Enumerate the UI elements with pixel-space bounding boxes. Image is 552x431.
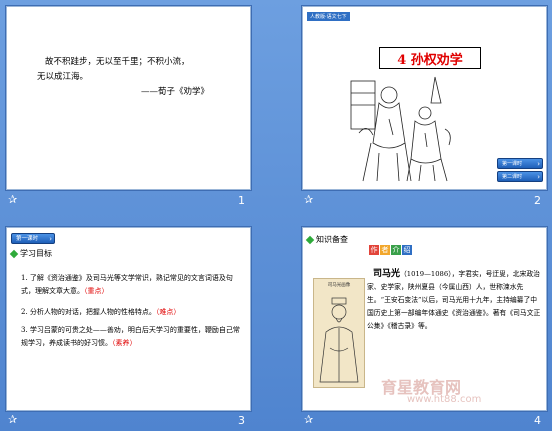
portrait-figure bbox=[319, 297, 359, 383]
poem-quote: 故不积跬步，无以至千里；不积小流， 无以成江海。 ——荀子《劝学》 bbox=[37, 55, 237, 100]
objective-tag: （重点） bbox=[84, 287, 109, 295]
chevron-right-icon: › bbox=[49, 235, 52, 243]
ink-illustration bbox=[350, 76, 451, 182]
slide-thumbnail-2[interactable]: 人教版·语文七下 4 孙权劝学 第一课时 › 第二课时 › bbox=[302, 6, 547, 190]
author-bio: 司马光（1019—1086），字君实，号迂叟，北宋政治家、史学家，陕州夏县（今属… bbox=[367, 268, 543, 333]
edition-tag: 人教版·语文七下 bbox=[307, 12, 350, 21]
slide-thumbnail-3[interactable]: 第一课时 › 学习目标 1. 了解《资治通鉴》及司马光等文学常识，熟记常见的文言… bbox=[6, 227, 251, 411]
chevron-right-icon: › bbox=[537, 173, 540, 181]
lesson-button-label: 第一课时 bbox=[16, 236, 39, 242]
nav-button-lesson-2[interactable]: 第二课时 › bbox=[497, 171, 543, 182]
nav-button-lesson-1[interactable]: 第一课时 › bbox=[497, 158, 543, 169]
lesson-button[interactable]: 第一课时 › bbox=[11, 233, 55, 244]
lesson-title: 4 孙权劝学 bbox=[379, 47, 481, 69]
portrait-image: 司马光画像 bbox=[313, 278, 365, 388]
poem-source: ——荀子《劝学》 bbox=[141, 87, 210, 97]
section-header: 学习目标 bbox=[9, 248, 52, 259]
slide-number-1: 1 bbox=[238, 194, 245, 207]
slide-number-3: 3 bbox=[238, 414, 245, 427]
slide-number-2: 2 bbox=[534, 194, 541, 207]
gem-icon bbox=[9, 249, 19, 258]
nav-button-label: 第二课时 bbox=[502, 174, 523, 180]
watermark-url: www.ht88.com bbox=[407, 394, 482, 405]
objective-2: 2. 分析人物的对话，把握人物的性格特点。（难点） bbox=[21, 306, 243, 319]
objective-text: 1. 了解《资治通鉴》及司马光等文学常识，熟记常见的文言词语及句式，理解文章大意… bbox=[21, 274, 233, 295]
badge-tile: 介 bbox=[391, 245, 401, 255]
nav-button-label: 第一课时 bbox=[502, 161, 523, 167]
objective-tag: （难点） bbox=[155, 308, 181, 316]
objective-3: 3. 学习吕蒙的可贵之处——善劝，明白后天学习的重要性，鞭励自己常规学习，养成读… bbox=[21, 324, 243, 350]
slide-thumbnail-4[interactable]: 知识备查 作 者 介 绍 司马光画像 司马光（1019—1086），字君实，号迂… bbox=[302, 227, 547, 411]
section-title: 学习目标 bbox=[20, 249, 52, 258]
poem-line-2: 无以成江海。 bbox=[37, 72, 89, 82]
star-icon[interactable]: ✰ bbox=[304, 413, 313, 426]
badge-tile: 者 bbox=[380, 245, 390, 255]
author-intro-badge: 作 者 介 绍 bbox=[369, 245, 412, 255]
star-icon[interactable]: ✰ bbox=[304, 193, 313, 206]
poem-line-1: 故不积跬步，无以至千里；不积小流， bbox=[45, 57, 190, 67]
author-bio-text: （1019—1086），字君实，号迂叟，北宋政治家、史学家，陕州夏县（今属山西）… bbox=[367, 270, 541, 330]
slide-thumbnail-1[interactable]: 故不积跬步，无以至千里；不积小流， 无以成江海。 ——荀子《劝学》 bbox=[6, 6, 251, 190]
star-icon[interactable]: ✰ bbox=[8, 193, 17, 206]
objective-text: 2. 分析人物的对话，把握人物的性格特点。 bbox=[21, 308, 156, 316]
badge-tile: 作 bbox=[369, 245, 379, 255]
section-title: 知识备查 bbox=[316, 235, 348, 244]
slide-number-4: 4 bbox=[534, 414, 541, 427]
section-header: 知识备查 bbox=[305, 234, 348, 245]
objective-1: 1. 了解《资治通鉴》及司马光等文学常识，熟记常见的文言词语及句式，理解文章大意… bbox=[21, 272, 243, 298]
author-name: 司马光 bbox=[373, 269, 401, 279]
gem-icon bbox=[305, 235, 315, 244]
chevron-right-icon: › bbox=[537, 160, 540, 168]
star-icon[interactable]: ✰ bbox=[8, 413, 17, 426]
badge-tile: 绍 bbox=[402, 245, 412, 255]
objective-tag: （素养） bbox=[112, 339, 137, 347]
